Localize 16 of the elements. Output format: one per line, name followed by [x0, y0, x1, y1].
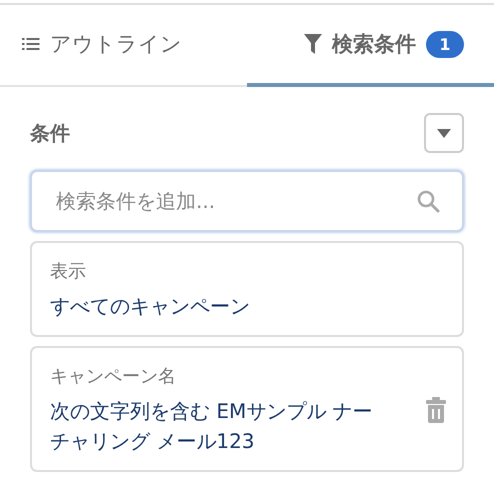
count-badge: 1 — [426, 30, 464, 58]
dropdown-button[interactable] — [424, 113, 464, 153]
tab[interactable]: アウトライン — [0, 5, 247, 87]
list-icon — [22, 37, 40, 51]
condition-card[interactable]: 表示 すべてのキャンペーン — [30, 241, 464, 337]
condition-value: すべてのキャンペーン — [50, 293, 251, 320]
tab[interactable]: 検索条件 1 — [247, 5, 494, 87]
condition-card[interactable]: キャンペーン名 次の文字列を含む EMサンプル ナーチャリング メール123 — [30, 346, 464, 472]
section-title: 条件 — [30, 120, 70, 146]
search-icon — [416, 189, 440, 213]
condition-label: キャンペーン名 — [50, 365, 177, 388]
filter-icon — [304, 34, 322, 54]
search-field[interactable]: 検索条件を追加... — [30, 170, 464, 232]
condition-label: 表示 — [50, 260, 87, 283]
condition-value: 次の文字列を含む EMサンプル ナーチャリング メール123 — [50, 398, 374, 455]
caret-icon — [437, 128, 451, 138]
